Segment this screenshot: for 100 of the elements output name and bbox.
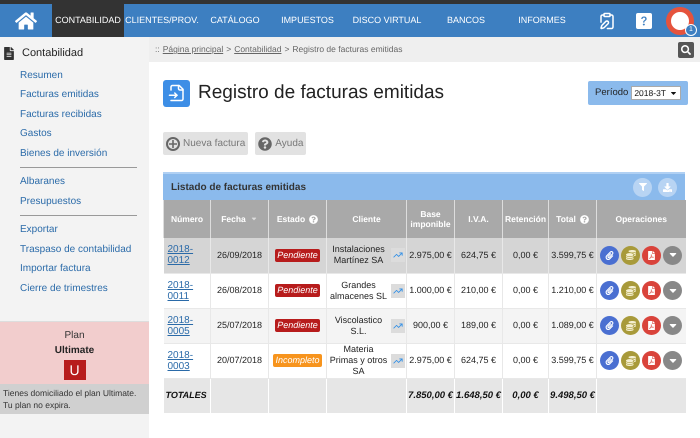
plan-note-text: Tu plan no expira. xyxy=(3,399,72,411)
invoice-row[interactable]: 2018-0011 26/08/2018 Pendiente Grandes almacenes SL 1.000,00 € 210,00 € 0,00 € 1.210,00 € xyxy=(164,273,686,308)
trend-icon[interactable] xyxy=(390,248,404,262)
sidebar-link[interactable]: Presupuestos xyxy=(20,192,82,211)
pdf-button[interactable] xyxy=(642,246,662,265)
invoice-number-link[interactable]: 2018-0011 xyxy=(168,280,196,302)
amount-cell: 0,00 € xyxy=(502,343,548,378)
coins-button[interactable] xyxy=(621,316,640,335)
amount-cell: 0,00 € xyxy=(502,273,548,308)
breadcrumb-link[interactable]: Contabilidad xyxy=(234,43,282,56)
total-amount: 7.850,00 € xyxy=(406,378,454,413)
breadcrumb-link[interactable]: Página principal xyxy=(162,43,224,56)
help-icon[interactable] xyxy=(636,12,652,28)
coins-button[interactable] xyxy=(621,281,640,300)
total-amount: 1.648,50 € xyxy=(454,378,502,413)
attachment-button[interactable] xyxy=(600,281,620,300)
attachment-button[interactable] xyxy=(600,316,620,335)
invoice-number-link[interactable]: 2018-0005 xyxy=(168,314,196,336)
invoice-number-link[interactable]: 2018-0012 xyxy=(168,244,196,266)
sidebar-link[interactable]: Facturas recibidas xyxy=(20,104,102,124)
amount-cell: 1.000,00 € xyxy=(406,273,454,308)
more-button[interactable] xyxy=(663,351,682,370)
help-button[interactable]: Ayuda xyxy=(255,132,306,155)
invoice-row[interactable]: 2018-0003 20/07/2018 Incompleto Materia Primas y otros SA 2.975,00 € 624,75 € 0,00 € 3.599,75 € xyxy=(164,343,686,378)
invoice-row[interactable]: 2018-0012 26/09/2018 Pendiente Instalaciones Martínez SA 2.975,00 € 624,75 € 0,00 € 3.599,75 € xyxy=(164,238,686,273)
pdf-icon xyxy=(647,321,656,330)
sidebar-link[interactable]: Bienes de inversión xyxy=(20,144,108,163)
sidebar-link[interactable]: Importar factura xyxy=(20,259,91,278)
nav-tab[interactable]: CATÁLOGO xyxy=(200,4,270,37)
amount-cell: 189,00 € xyxy=(454,308,502,343)
trend-icon[interactable] xyxy=(390,318,404,332)
sidebar-link[interactable]: Traspaso de contabilidad xyxy=(20,240,132,259)
nav-tab[interactable]: BANCOS xyxy=(429,4,503,37)
download-button[interactable] xyxy=(658,178,677,196)
help-icon[interactable] xyxy=(580,214,589,224)
table-title: Listado de facturas emitidas xyxy=(171,180,306,194)
client-name: Materia Primas y otros SA xyxy=(328,344,388,377)
period-select[interactable]: 2018-3T xyxy=(631,86,681,100)
breadcrumb-separator: > xyxy=(226,43,232,56)
date-cell: 26/09/2018 xyxy=(210,238,268,273)
period-value: 2018-3T xyxy=(634,86,666,100)
sidebar-link[interactable]: Gastos xyxy=(20,124,52,144)
help-icon[interactable] xyxy=(309,214,318,224)
search-button[interactable] xyxy=(678,42,694,58)
status-badge: Pendiente xyxy=(275,248,320,262)
invoice-number-link[interactable]: 2018-0003 xyxy=(168,350,196,372)
more-button[interactable] xyxy=(663,281,682,300)
coins-icon xyxy=(626,250,636,260)
new-invoice-button[interactable]: Nueva factura xyxy=(163,132,248,155)
pdf-icon xyxy=(647,356,656,365)
edit-icon[interactable] xyxy=(598,12,616,30)
amount-cell: 624,75 € xyxy=(454,238,502,273)
document-icon xyxy=(4,46,14,60)
pdf-icon xyxy=(647,286,656,295)
question-icon xyxy=(258,136,272,150)
status-badge: Pendiente xyxy=(275,284,320,297)
amount-cell: 0,00 € xyxy=(502,308,548,343)
paperclip-icon xyxy=(605,250,614,260)
amount-cell: 210,00 € xyxy=(454,273,502,308)
nav-tab[interactable]: CLIENTES/PROV. xyxy=(124,4,200,37)
date-cell: 26/08/2018 xyxy=(210,273,268,308)
attachment-button[interactable] xyxy=(600,351,620,370)
paperclip-icon xyxy=(605,286,614,295)
sidebar-link[interactable]: Facturas emitidas xyxy=(20,85,99,104)
sidebar-link[interactable]: Cierre de trimestres xyxy=(20,278,108,298)
amount-cell: 1.210,00 € xyxy=(548,273,596,308)
nav-tab[interactable]: CONTABILIDAD xyxy=(52,4,124,37)
client-name: Viscolastico S.L. xyxy=(334,314,384,336)
sidebar-link[interactable]: Albaranes xyxy=(20,172,66,192)
coins-button[interactable] xyxy=(621,246,640,265)
date-cell: 25/07/2018 xyxy=(210,308,268,343)
nav-tab[interactable]: DISCO VIRTUAL xyxy=(345,4,429,37)
client-name: Instalaciones Martínez SA xyxy=(331,244,386,266)
invoice-row[interactable]: 2018-0005 25/07/2018 Pendiente Viscolastico S.L. 900,00 € 189,00 € 0,00 € 1.089,00 € xyxy=(164,308,686,343)
coins-icon xyxy=(626,356,636,366)
breadcrumb-prefix: :: xyxy=(155,43,160,56)
breadcrumb-current: Registro de facturas emitidas xyxy=(292,43,402,56)
pdf-icon xyxy=(647,250,656,260)
total-amount: 9.498,50 € xyxy=(548,378,596,413)
sidebar-title: Contabilidad xyxy=(22,46,84,61)
pdf-button[interactable] xyxy=(642,281,662,300)
amount-cell: 1.089,00 € xyxy=(548,308,596,343)
coins-button[interactable] xyxy=(621,351,640,370)
pdf-button[interactable] xyxy=(642,316,662,335)
status-badge: Pendiente xyxy=(275,318,320,332)
logo-avatar[interactable] xyxy=(666,6,694,34)
more-button[interactable] xyxy=(663,316,682,335)
trend-icon[interactable] xyxy=(390,284,404,298)
trend-icon[interactable] xyxy=(390,354,404,368)
pdf-button[interactable] xyxy=(642,351,662,370)
sidebar-link[interactable]: Exportar xyxy=(20,220,58,240)
paperclip-icon xyxy=(605,321,614,330)
amount-cell: 900,00 € xyxy=(406,308,454,343)
sidebar-link[interactable]: Resumen xyxy=(20,66,63,85)
more-button[interactable] xyxy=(663,246,682,265)
nav-tab[interactable]: INFORMES xyxy=(503,4,581,37)
amount-cell: 624,75 € xyxy=(454,343,502,378)
attachment-button[interactable] xyxy=(600,246,620,265)
nav-tab[interactable]: IMPUESTOS xyxy=(270,4,345,37)
filter-button[interactable] xyxy=(633,178,652,196)
